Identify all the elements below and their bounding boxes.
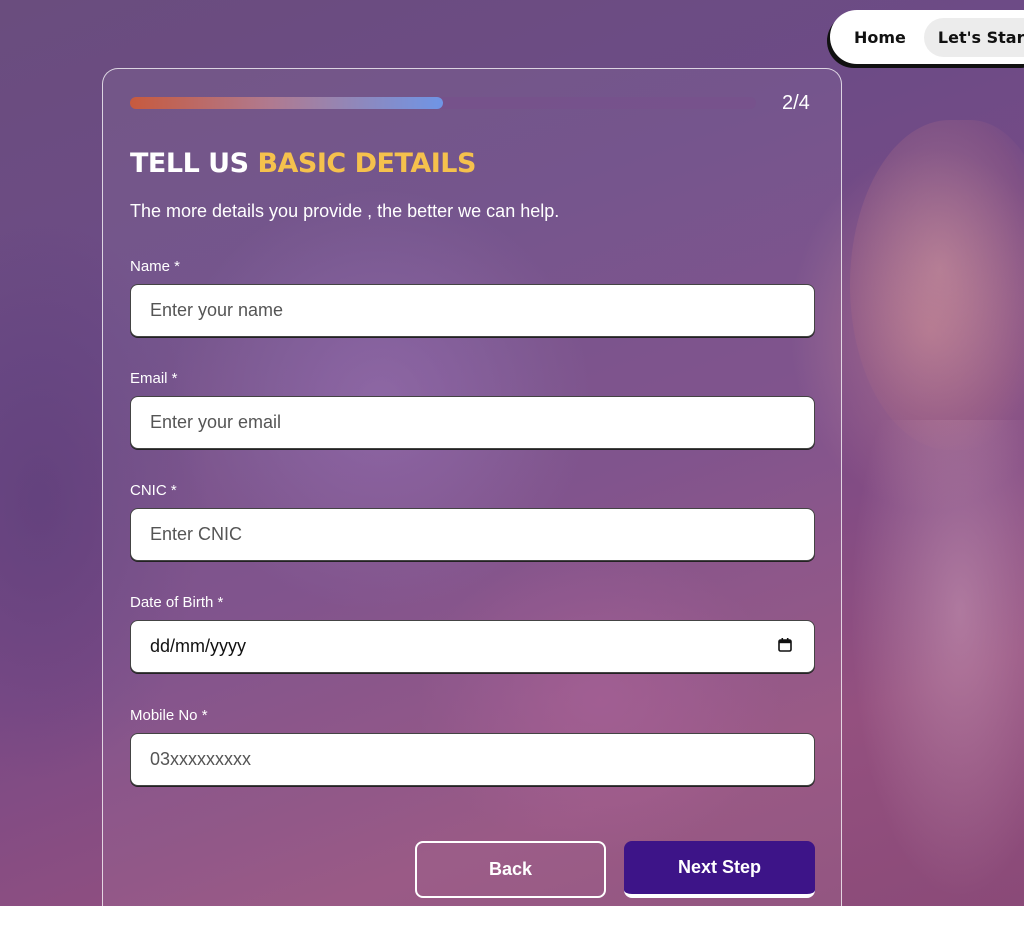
background-portrait: [850, 120, 1024, 450]
mobile-label: Mobile No *: [130, 707, 208, 724]
page-subtitle: The more details you provide , the bette…: [130, 201, 560, 221]
dob-field[interactable]: dd/mm/yyyy: [130, 620, 815, 673]
email-label: Email *: [130, 370, 178, 387]
name-input[interactable]: [131, 285, 750, 336]
page-title: TELL US BASIC DETAILS: [130, 148, 476, 179]
email-field[interactable]: [130, 396, 815, 449]
dob-label: Date of Birth *: [130, 594, 224, 611]
nav-home-link[interactable]: Home: [840, 18, 920, 57]
calendar-icon[interactable]: [778, 638, 792, 652]
progress-bar-fill: [130, 97, 443, 109]
nav-lets-start-link[interactable]: Let's Start: [923, 17, 1024, 57]
dob-value[interactable]: dd/mm/yyyy: [150, 636, 246, 657]
back-button[interactable]: Back: [415, 841, 606, 898]
progress-bar: [130, 97, 756, 109]
name-label: Name *: [130, 258, 181, 275]
title-part-1: TELL US: [130, 148, 258, 179]
cnic-label: CNIC *: [130, 482, 177, 499]
next-step-button[interactable]: Next Step: [624, 841, 815, 898]
top-nav: Home Let's Start: [830, 10, 1024, 64]
background-veil: [850, 420, 1024, 900]
mobile-input[interactable]: [131, 734, 750, 785]
step-counter: 2/4: [782, 92, 810, 114]
cnic-field[interactable]: [130, 508, 815, 561]
name-field[interactable]: [130, 284, 815, 337]
cnic-input[interactable]: [131, 509, 750, 560]
mobile-field[interactable]: [130, 733, 815, 786]
email-input[interactable]: [131, 397, 750, 448]
title-part-2-highlight: BASIC DETAILS: [257, 148, 476, 179]
form-card: [102, 68, 842, 928]
